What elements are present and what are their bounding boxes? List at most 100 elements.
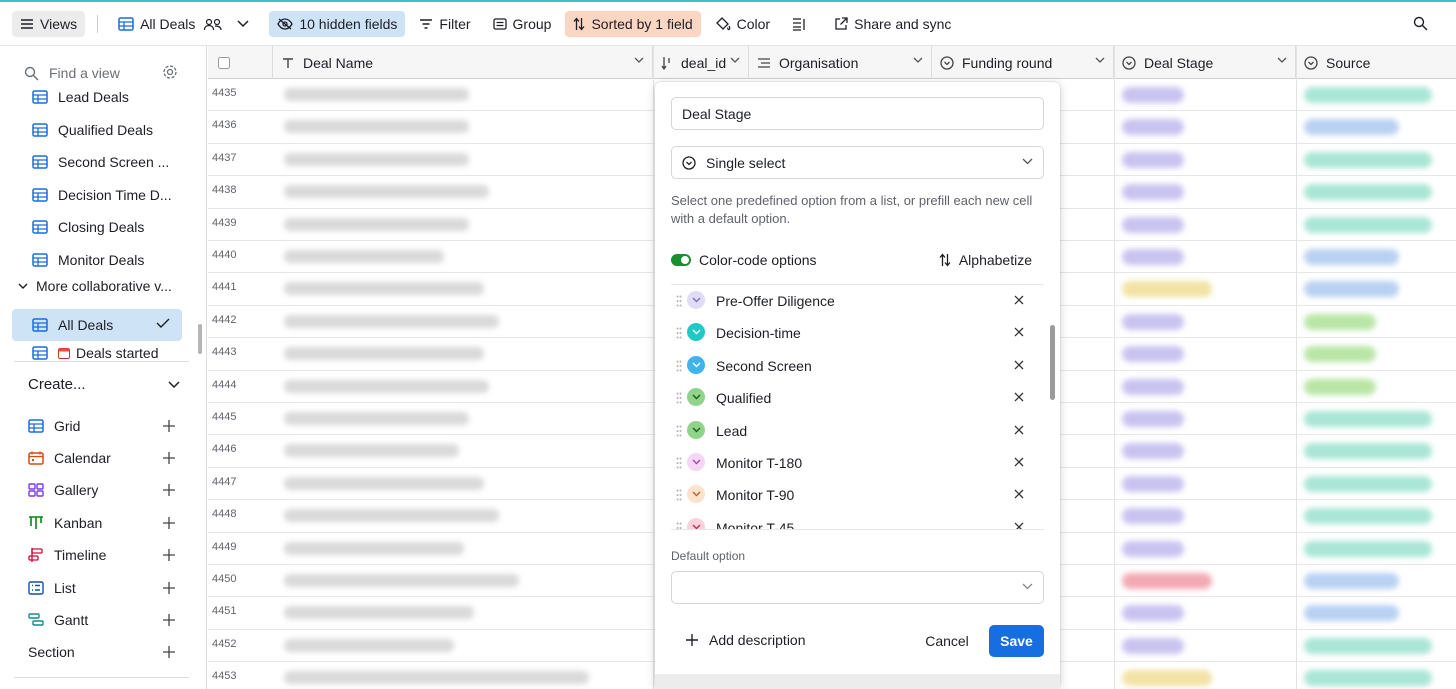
save-button[interactable]: Save [989,625,1044,657]
plus-icon[interactable] [162,548,176,562]
field-name-input[interactable] [671,97,1044,130]
select-option[interactable]: Pre-Offer Diligence [671,285,1044,317]
deal-name-cell[interactable] [284,606,474,620]
deal-name-cell[interactable] [284,509,499,523]
search-button[interactable] [1405,11,1442,37]
source-cell[interactable] [1304,378,1376,395]
hidden-fields-button[interactable]: 10 hidden fields [269,10,406,37]
plus-icon[interactable] [162,645,176,659]
source-cell[interactable] [1304,605,1399,622]
option-color-dot[interactable] [687,420,705,439]
create-calendar-view[interactable]: Calendar [28,446,180,470]
chevron-down-icon[interactable] [730,57,740,64]
plus-icon[interactable] [162,613,176,627]
source-cell[interactable] [1304,184,1432,201]
plus-icon[interactable] [162,516,176,530]
option-color-dot[interactable] [687,388,705,407]
source-cell[interactable] [1304,87,1432,103]
alphabetize-button[interactable]: Alphabetize [939,252,1032,268]
option-color-dot[interactable] [687,453,705,471]
column-header-deal-id[interactable]: deal_id [653,46,749,79]
close-icon[interactable] [1014,425,1024,435]
column-header-deal-stage[interactable]: Deal Stage [1114,46,1296,79]
create-section[interactable]: Section [28,640,180,664]
deal-stage-cell[interactable] [1122,670,1212,687]
chevron-down-icon[interactable] [1095,57,1105,64]
deal-stage-cell[interactable] [1122,249,1184,265]
source-cell[interactable] [1304,475,1432,492]
select-option[interactable]: Second Screen [671,350,1044,382]
option-color-dot[interactable] [687,355,705,374]
create-timeline-view[interactable]: Timeline [28,543,180,567]
option-color-dot[interactable] [687,517,705,529]
sidebar-view-all-deals[interactable]: All Deals [12,309,182,341]
column-header-source[interactable]: Source [1296,46,1456,79]
deal-stage-cell[interactable] [1122,119,1184,136]
deal-name-cell[interactable] [284,314,499,328]
field-type-select[interactable]: Single select [671,146,1044,179]
plus-icon[interactable] [162,581,176,595]
source-cell[interactable] [1304,151,1432,168]
source-cell[interactable] [1304,573,1399,589]
sidebar-view-second-screen[interactable]: Second Screen ... [12,146,182,178]
select-all-cell[interactable] [208,46,273,79]
close-icon[interactable] [1014,392,1024,402]
select-option[interactable]: Decision-time [671,317,1044,349]
close-icon[interactable] [1014,457,1024,467]
drag-handle-icon[interactable] [676,327,682,339]
deal-stage-cell[interactable] [1122,151,1184,168]
cancel-button[interactable]: Cancel [917,625,977,657]
drag-handle-icon[interactable] [676,295,682,307]
sidebar-view-decision-time[interactable]: Decision Time D... [12,179,182,211]
deal-stage-cell[interactable] [1122,313,1184,330]
deal-name-cell[interactable] [284,250,444,263]
option-color-dot[interactable] [687,323,705,342]
close-icon[interactable] [1014,327,1024,337]
deal-name-cell[interactable] [284,152,469,166]
deal-name-cell[interactable] [284,347,484,361]
close-icon[interactable] [1014,295,1024,305]
deal-stage-cell[interactable] [1122,443,1184,460]
deal-name-cell[interactable] [284,444,459,458]
deal-name-cell[interactable] [284,120,469,134]
deal-name-cell[interactable] [284,541,464,555]
options-scrollbar[interactable] [1050,325,1055,400]
create-kanban-view[interactable]: Kanban [28,511,180,535]
drag-handle-icon[interactable] [676,425,682,437]
deal-stage-cell[interactable] [1122,573,1212,589]
view-switcher-button[interactable]: All Deals [110,11,263,37]
create-gallery-view[interactable]: Gallery [28,478,180,502]
deal-stage-cell[interactable] [1122,378,1184,395]
deal-stage-cell[interactable] [1122,540,1184,557]
add-description-button[interactable]: Add description [685,632,806,648]
field-name-textbox[interactable] [682,105,1022,122]
sidebar-scrollbar[interactable] [198,324,202,354]
filter-button[interactable]: Filter [411,11,478,37]
option-color-dot[interactable] [687,291,705,309]
share-sync-button[interactable]: Share and sync [826,11,959,37]
deal-stage-cell[interactable] [1122,281,1212,298]
deal-stage-cell[interactable] [1122,508,1184,525]
deal-stage-cell[interactable] [1122,637,1184,654]
create-gantt-view[interactable]: Gantt [28,608,180,632]
gear-icon[interactable] [162,64,178,80]
create-grid-view[interactable]: Grid [28,414,180,438]
source-cell[interactable] [1304,670,1432,687]
source-cell[interactable] [1304,411,1432,427]
deal-name-cell[interactable] [284,412,469,425]
create-list-view[interactable]: List [28,576,180,600]
source-cell[interactable] [1304,281,1399,298]
source-cell[interactable] [1304,119,1399,136]
column-header-deal-name[interactable]: Deal Name [273,46,653,79]
sidebar-view-closing-deals[interactable]: Closing Deals [12,211,182,243]
select-option[interactable]: Monitor T-180 [671,447,1044,479]
plus-icon[interactable] [162,483,176,497]
deal-stage-cell[interactable] [1122,216,1184,233]
deal-stage-cell[interactable] [1122,605,1184,622]
sidebar-view-qualified-deals[interactable]: Qualified Deals [12,114,182,146]
color-code-toggle[interactable] [671,254,691,266]
chevron-down-icon[interactable] [1277,57,1287,64]
source-cell[interactable] [1304,540,1432,557]
close-icon[interactable] [1014,489,1024,499]
group-button[interactable]: Group [485,11,560,37]
